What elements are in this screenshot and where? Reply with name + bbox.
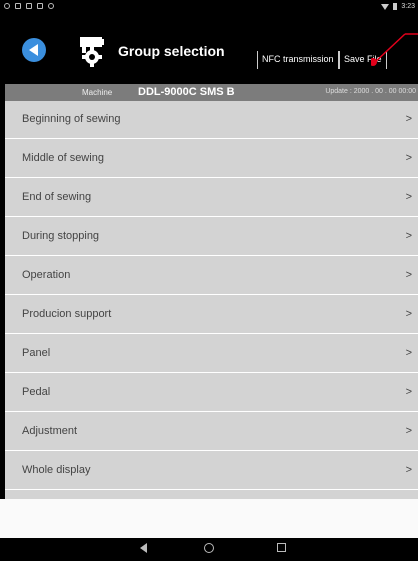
chevron-right-icon: > [405, 152, 412, 164]
list-item-label: Panel [22, 347, 51, 359]
battery-icon [393, 3, 398, 10]
list-item-during-stopping[interactable]: During stopping > [5, 218, 418, 256]
list-item-beginning-of-sewing[interactable]: Beginning of sewing > [5, 101, 418, 139]
notification-icon [4, 3, 10, 9]
nav-recent-icon[interactable] [277, 543, 286, 552]
machine-info-bar: Machine DDL-9000C SMS B Update : 2000 . … [5, 84, 418, 101]
machine-model: DDL-9000C SMS B [138, 86, 235, 98]
notification-icon [26, 3, 32, 9]
list-item-label: Middle of sewing [22, 152, 104, 164]
list-item-label: Pedal [22, 386, 51, 398]
list-item-panel[interactable]: Panel > [5, 335, 418, 373]
list-item-whole-display[interactable]: Whole display > [5, 452, 418, 490]
nav-back-icon[interactable] [140, 543, 147, 553]
empty-footer-area [0, 499, 418, 538]
machine-label: Machine [82, 88, 113, 97]
notification-icon [37, 3, 43, 9]
system-nav-bar [0, 538, 418, 561]
list-item-label: Whole display [22, 464, 91, 476]
chevron-right-icon: > [405, 386, 412, 398]
status-bar: 3:23 [0, 0, 418, 14]
list-item-pedal[interactable]: Pedal > [5, 374, 418, 412]
chevron-right-icon: > [405, 230, 412, 242]
page-title: Group selection [118, 43, 225, 59]
chevron-right-icon: > [405, 269, 412, 281]
chevron-right-icon: > [405, 464, 412, 476]
machine-gear-icon [80, 37, 104, 67]
status-time: 3:23 [401, 3, 415, 10]
back-arrow-icon[interactable] [22, 38, 46, 62]
list-item-adjustment[interactable]: Adjustment > [5, 413, 418, 451]
update-timestamp: Update : 2000 . 00 . 00 00:00 [325, 88, 416, 95]
notification-icons [4, 3, 54, 9]
chevron-right-icon: > [405, 425, 412, 437]
nfc-transmission-button[interactable]: NFC transmission [257, 51, 339, 69]
chevron-right-icon: > [405, 308, 412, 320]
notification-icon [48, 3, 54, 9]
group-list: Beginning of sewing > Middle of sewing >… [5, 101, 418, 499]
nav-home-icon[interactable] [204, 543, 214, 553]
list-item-label: Operation [22, 269, 71, 281]
list-item-label: End of sewing [22, 191, 92, 203]
list-item-middle-of-sewing[interactable]: Middle of sewing > [5, 140, 418, 178]
app-header: Group selection NFC transmission Save Fi… [0, 14, 418, 84]
chevron-right-icon: > [405, 113, 412, 125]
chevron-right-icon: > [405, 191, 412, 203]
chevron-right-icon: > [405, 347, 412, 359]
list-item-label: Adjustment [22, 425, 78, 437]
list-item-operation[interactable]: Operation > [5, 257, 418, 295]
notification-icon [15, 3, 21, 9]
list-item-end-of-sewing[interactable]: End of sewing > [5, 179, 418, 217]
annotation-pointer [371, 33, 418, 66]
list-item-production-support[interactable]: Producion support > [5, 296, 418, 334]
list-item-label: Producion support [22, 308, 112, 320]
list-item-label: Beginning of sewing [22, 113, 121, 125]
wifi-icon [381, 3, 390, 10]
list-item-label: During stopping [22, 230, 100, 242]
